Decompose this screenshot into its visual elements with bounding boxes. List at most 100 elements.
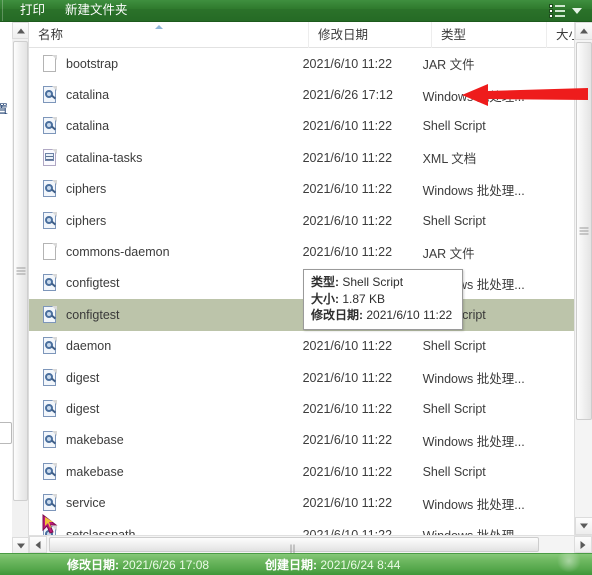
cell-type: Windows 批处理... <box>422 525 535 535</box>
scroll-down-button-list[interactable] <box>575 517 592 535</box>
scroll-right-button[interactable] <box>574 536 592 553</box>
column-header-date[interactable]: 修改日期 <box>308 22 431 48</box>
cell-modified-date: 2021/6/10 11:22 <box>302 150 393 165</box>
file-info-tooltip: 类型: Shell Script 大小: 1.87 KB 修改日期: 2021/… <box>303 269 463 330</box>
cell-name[interactable]: ciphers <box>29 211 301 230</box>
cell-type: Shell Script <box>422 119 486 134</box>
tooltip-size-line: 大小: 1.87 KB <box>311 291 455 308</box>
table-row[interactable]: catalina 2021/6/10 11:22 Shell Script <box>29 111 574 142</box>
print-button[interactable]: 打印 <box>10 0 55 21</box>
tooltip-date-value: 2021/6/10 11:22 <box>366 308 453 322</box>
scroll-up-button-list[interactable] <box>575 22 592 40</box>
cell-name[interactable]: catalina <box>29 86 301 104</box>
cell-name[interactable]: catalina-tasks <box>29 148 301 167</box>
cell-name[interactable]: digest <box>29 399 301 418</box>
cell-modified-date: 2021/6/10 11:22 <box>302 527 393 535</box>
table-row[interactable]: digest 2021/6/10 11:22 Windows 批处理... <box>29 362 574 393</box>
table-row[interactable]: configtest2021/6/10 11:22Shell Script <box>29 299 574 331</box>
decorative-glow <box>556 550 582 572</box>
left-clipped-panel: 置 <box>0 22 12 575</box>
cell-name[interactable]: service <box>29 494 301 512</box>
file-name-label: ciphers <box>66 182 107 197</box>
cell-type: Shell Script <box>422 339 486 354</box>
arrow-down-icon <box>580 523 588 529</box>
tooltip-size-value: 1.87 KB <box>342 291 386 306</box>
cell-name[interactable]: commons-daemon <box>29 243 301 261</box>
cell-modified-date: 2021/6/10 11:22 <box>302 56 393 71</box>
mouse-cursor <box>42 514 58 534</box>
cell-modified-date: 2021/6/10 11:22 <box>302 401 393 416</box>
file-name-label: digest <box>66 401 100 416</box>
status-created-date: 创建日期: 2021/6/24 8:44 <box>265 554 400 575</box>
scrollbar-thumb[interactable] <box>13 41 28 501</box>
table-row[interactable]: digest 2021/6/10 11:22 Shell Script <box>29 393 574 424</box>
cell-name[interactable]: makebase <box>29 462 301 481</box>
sort-ascending-caret <box>155 25 163 29</box>
table-row[interactable]: commons-daemon 2021/6/10 11:22 JAR 文件 <box>29 236 574 267</box>
cell-name[interactable]: configtest <box>29 274 301 292</box>
file-list[interactable]: bootstrap 2021/6/10 11:22 JAR 文件 catalina 20… <box>29 48 574 535</box>
cell-type: Shell Script <box>422 401 486 416</box>
table-row[interactable]: daemon 2021/6/10 11:22 Shell Script <box>29 331 574 362</box>
table-row[interactable]: service 2021/6/10 11:22 Windows 批处理... <box>29 487 574 518</box>
navigation-pane-scrollbar[interactable] <box>12 22 29 554</box>
table-row[interactable]: makebase 2021/6/10 11:22 Shell Script <box>29 456 574 487</box>
cell-modified-date: 2021/6/10 11:22 <box>302 433 393 448</box>
shell-script-icon <box>42 117 58 135</box>
shell-script-icon <box>42 431 58 449</box>
cell-modified-date: 2021/6/26 17:12 <box>302 88 393 103</box>
toolbar-left-divider <box>2 0 10 21</box>
shell-script-icon <box>42 86 58 104</box>
file-name-label: service <box>66 496 106 511</box>
tooltip-date-label: 修改日期: <box>311 308 363 322</box>
cell-name[interactable]: configtest <box>29 305 301 324</box>
cell-name[interactable]: catalina <box>29 117 301 135</box>
arrow-up-icon <box>580 28 588 34</box>
table-row[interactable]: catalina-tasks 2021/6/10 11:22 XML 文档 <box>29 142 574 173</box>
cell-name[interactable]: bootstrap <box>29 54 301 73</box>
table-row[interactable]: makebase 2021/6/10 11:22 Windows 批处理... <box>29 425 574 456</box>
column-header-type[interactable]: 类型 <box>431 22 546 48</box>
cell-type: Windows 批处理... <box>422 372 525 387</box>
cell-modified-date: 2021/6/10 11:22 <box>302 182 393 197</box>
cell-name[interactable]: ciphers <box>29 180 301 198</box>
cell-modified-date: 2021/6/10 11:22 <box>302 370 393 385</box>
tooltip-type-label: 类型: <box>311 275 339 289</box>
scroll-down-button[interactable] <box>12 537 29 554</box>
arrow-down-icon <box>16 543 25 548</box>
scrollbar-thumb-vertical[interactable] <box>576 42 592 420</box>
shell-script-icon <box>42 399 58 418</box>
scroll-left-button[interactable] <box>29 536 47 553</box>
column-header-name[interactable]: 名称 <box>29 22 308 48</box>
table-row[interactable]: ciphers 2021/6/10 11:22 Shell Script <box>29 205 574 236</box>
cell-modified-date: 2021/6/10 11:22 <box>302 496 393 511</box>
grip-icon <box>290 540 298 571</box>
cell-name[interactable]: setclasspath <box>29 525 301 535</box>
table-row[interactable]: catalina 2021/6/26 17:12 Windows 批处理... <box>29 79 574 110</box>
shell-script-icon <box>42 337 58 355</box>
toolbar: 打印 新建文件夹 <box>0 0 592 22</box>
xml-file-icon <box>42 148 58 167</box>
list-view-icon[interactable] <box>549 3 566 18</box>
cell-type: JAR 文件 <box>422 246 475 261</box>
cell-name[interactable]: daemon <box>29 337 301 355</box>
scroll-up-button[interactable] <box>12 22 29 39</box>
scrollbar-thumb-horizontal[interactable] <box>49 537 539 571</box>
file-name-label: catalina <box>66 88 110 103</box>
table-row[interactable]: setclasspath 2021/6/10 11:22 Windows 批处理..… <box>29 519 574 535</box>
file-name-label: setclasspath <box>66 527 136 535</box>
arrow-up-icon <box>16 28 25 33</box>
table-row[interactable]: configtest2021/6/10 11:22Windows 批处理... <box>29 268 574 299</box>
cell-name[interactable]: digest <box>29 368 301 387</box>
file-name-label: bootstrap <box>66 56 119 71</box>
shell-script-icon <box>42 368 58 387</box>
file-list-scrollbar-horizontal[interactable] <box>29 535 592 571</box>
cell-name[interactable]: makebase <box>29 431 301 449</box>
file-list-scrollbar-vertical[interactable] <box>574 22 592 535</box>
file-explorer-window: 打印 新建文件夹 置 名称 修改日期 类型 大小 bootstrap 2021/6… <box>0 0 592 575</box>
table-row[interactable]: ciphers 2021/6/10 11:22 Windows 批处理... <box>29 174 574 205</box>
new-folder-button[interactable]: 新建文件夹 <box>55 0 138 21</box>
table-row[interactable]: bootstrap 2021/6/10 11:22 JAR 文件 <box>29 48 574 79</box>
chevron-down-icon[interactable] <box>572 7 582 14</box>
cell-type: Windows 批处理... <box>422 434 525 449</box>
